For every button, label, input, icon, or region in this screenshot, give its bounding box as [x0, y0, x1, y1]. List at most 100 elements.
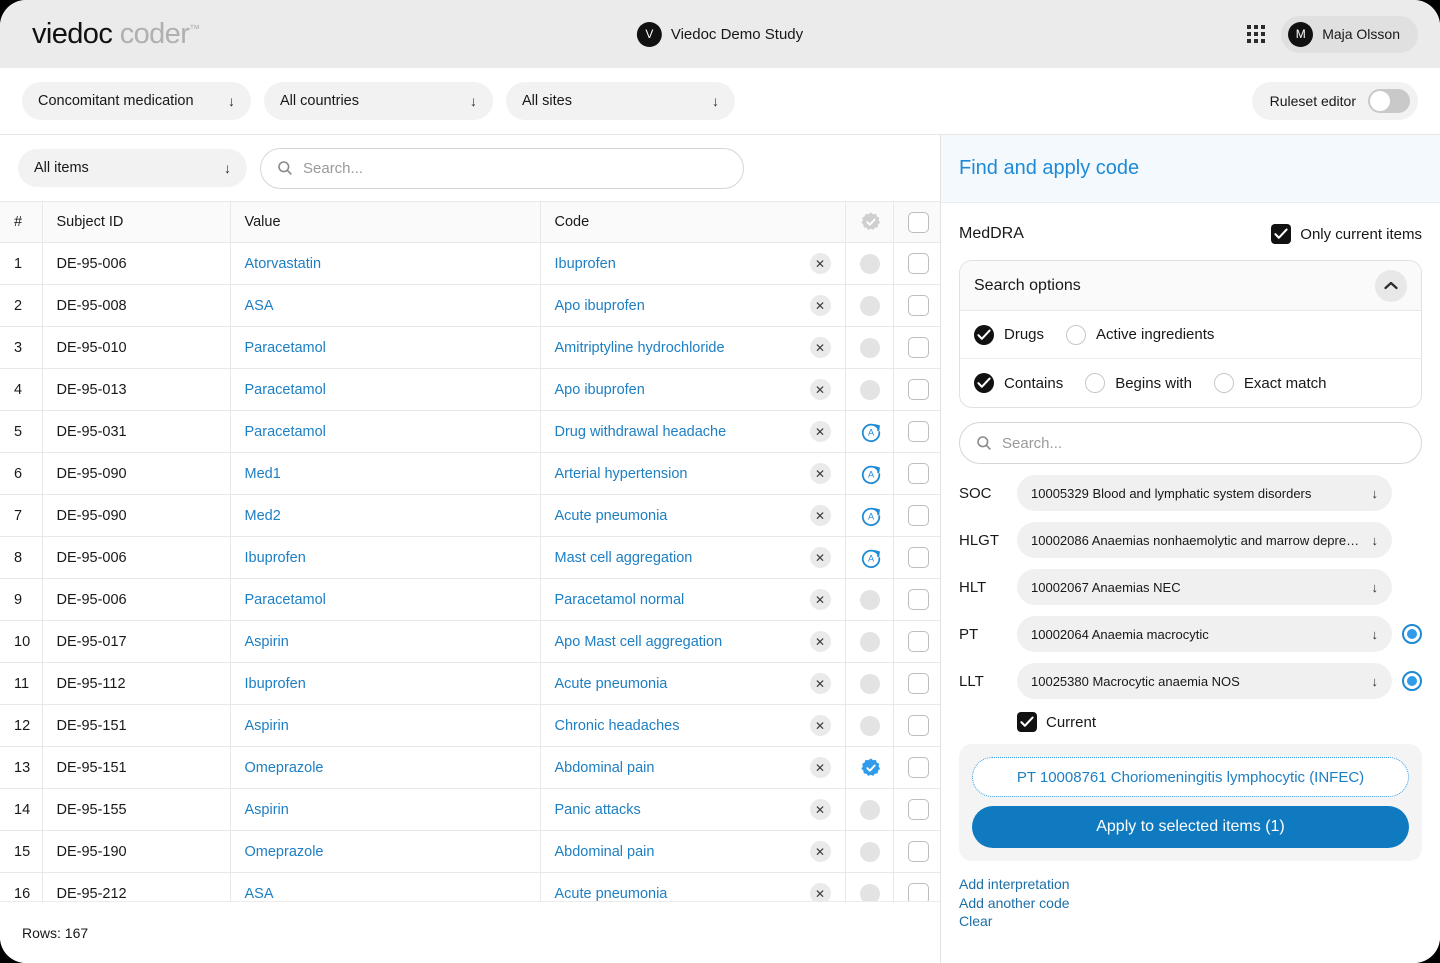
- search-options-header[interactable]: Search options: [960, 261, 1421, 311]
- cell-code-text[interactable]: Arterial hypertension: [555, 466, 810, 482]
- remove-code-icon[interactable]: ✕: [809, 799, 831, 820]
- study-selector[interactable]: V Viedoc Demo Study: [636, 21, 803, 47]
- cell-code-text[interactable]: Panic attacks: [555, 802, 810, 818]
- only-current-items-checkbox[interactable]: Only current items: [1271, 224, 1422, 244]
- table-row[interactable]: 10 DE-95-017 Aspirin Apo Mast cell aggregat…: [0, 620, 940, 663]
- cell-code[interactable]: Ibuprofen ✕: [540, 242, 846, 285]
- chevron-up-icon[interactable]: [1375, 269, 1407, 302]
- table-row[interactable]: 5 DE-95-031 Paracetamol Drug withdrawal hea…: [0, 410, 940, 453]
- selected-code-chip[interactable]: PT 10008761 Choriomeningitis lymphocytic…: [972, 757, 1409, 797]
- level-dropdown[interactable]: 10002067 Anaemias NEC ↓: [1017, 569, 1392, 605]
- row-checkbox[interactable]: [907, 547, 929, 568]
- level-radio-selected[interactable]: [1402, 624, 1422, 644]
- cell-code-text[interactable]: Acute pneumonia: [555, 676, 810, 692]
- cell-code[interactable]: Apo Mast cell aggregation ✕: [540, 620, 846, 663]
- checkbox-checked-icon[interactable]: [1017, 712, 1037, 732]
- remove-code-icon[interactable]: ✕: [809, 841, 831, 862]
- cell-code[interactable]: Acute pneumonia ✕: [540, 494, 846, 537]
- remove-code-icon[interactable]: ✕: [809, 883, 831, 901]
- row-checkbox[interactable]: [907, 253, 929, 274]
- level-dropdown[interactable]: 10002086 Anaemias nonhaemolytic and marr…: [1017, 522, 1392, 558]
- dictionary-filter-dropdown[interactable]: Concomitant medication ↓: [22, 82, 251, 120]
- remove-code-icon[interactable]: ✕: [809, 253, 831, 274]
- table-row[interactable]: 7 DE-95-090 Med2 Acute pneumonia ✕ A: [0, 494, 940, 537]
- cell-code-text[interactable]: Ibuprofen: [555, 256, 810, 272]
- status-empty-dot[interactable]: [859, 253, 880, 274]
- table-row[interactable]: 6 DE-95-090 Med1 Arterial hypertension ✕ A: [0, 452, 940, 495]
- row-checkbox[interactable]: [907, 715, 929, 736]
- cell-select[interactable]: [893, 620, 940, 663]
- column-header-status[interactable]: [845, 201, 894, 243]
- toggle-switch[interactable]: [1368, 89, 1410, 113]
- cell-code-text[interactable]: Abdominal pain: [555, 760, 810, 776]
- column-header-code[interactable]: Code: [540, 201, 846, 243]
- table-row[interactable]: 2 DE-95-008 ASA Apo ibuprofen ✕: [0, 284, 940, 327]
- status-empty-dot[interactable]: [859, 631, 880, 652]
- status-empty-dot[interactable]: [859, 841, 880, 862]
- cell-value[interactable]: Aspirin: [230, 788, 541, 831]
- cell-status[interactable]: [845, 872, 894, 901]
- cell-status[interactable]: [845, 746, 894, 789]
- cell-value[interactable]: Aspirin: [230, 704, 541, 747]
- add-another-code-link[interactable]: Add another code: [959, 894, 1422, 913]
- cell-select[interactable]: [893, 872, 940, 901]
- table-row[interactable]: 13 DE-95-151 Omeprazole Abdominal pain ✕: [0, 746, 940, 789]
- select-all-checkbox[interactable]: [907, 211, 929, 233]
- row-checkbox[interactable]: [907, 631, 929, 652]
- cell-select[interactable]: [893, 746, 940, 789]
- level-dropdown[interactable]: 10005329 Blood and lymphatic system diso…: [1017, 475, 1392, 511]
- cell-status[interactable]: [845, 788, 894, 831]
- cell-value[interactable]: Ibuprofen: [230, 536, 541, 579]
- cell-code-text[interactable]: Chronic headaches: [555, 718, 810, 734]
- remove-code-icon[interactable]: ✕: [809, 295, 831, 316]
- cell-code[interactable]: Apo ibuprofen ✕: [540, 284, 846, 327]
- table-row[interactable]: 14 DE-95-155 Aspirin Panic attacks ✕: [0, 788, 940, 831]
- cell-status[interactable]: [845, 704, 894, 747]
- table-row[interactable]: 11 DE-95-112 Ibuprofen Acute pneumonia ✕: [0, 662, 940, 705]
- row-checkbox[interactable]: [907, 589, 929, 610]
- table-row[interactable]: 12 DE-95-151 Aspirin Chronic headaches ✕: [0, 704, 940, 747]
- cell-code[interactable]: Arterial hypertension ✕: [540, 452, 846, 495]
- cell-code[interactable]: Chronic headaches ✕: [540, 704, 846, 747]
- remove-code-icon[interactable]: ✕: [809, 715, 831, 736]
- cell-value[interactable]: Paracetamol: [230, 410, 541, 453]
- table-row[interactable]: 4 DE-95-013 Paracetamol Apo ibuprofen ✕: [0, 368, 940, 411]
- cell-code[interactable]: Mast cell aggregation ✕: [540, 536, 846, 579]
- column-header-subject-id[interactable]: Subject ID: [42, 201, 231, 243]
- cell-code-text[interactable]: Apo Mast cell aggregation: [555, 634, 810, 650]
- cell-code-text[interactable]: Mast cell aggregation: [555, 550, 810, 566]
- table-row[interactable]: 1 DE-95-006 Atorvastatin Ibuprofen ✕: [0, 242, 940, 285]
- cell-code-text[interactable]: Drug withdrawal headache: [555, 424, 810, 440]
- cell-value[interactable]: Paracetamol: [230, 578, 541, 621]
- cell-select[interactable]: [893, 452, 940, 495]
- cell-select[interactable]: [893, 410, 940, 453]
- row-checkbox[interactable]: [907, 673, 929, 694]
- cell-code-text[interactable]: Paracetamol normal: [555, 592, 810, 608]
- clear-link[interactable]: Clear: [959, 912, 1422, 931]
- table-row[interactable]: 15 DE-95-190 Omeprazole Abdominal pain ✕: [0, 830, 940, 873]
- cell-status[interactable]: A: [845, 410, 894, 453]
- cell-status[interactable]: [845, 662, 894, 705]
- cell-select[interactable]: [893, 704, 940, 747]
- cell-select[interactable]: [893, 368, 940, 411]
- status-empty-dot[interactable]: [859, 799, 880, 820]
- cell-status[interactable]: A: [845, 452, 894, 495]
- viedoc-coder-logo[interactable]: viedoc coder™: [32, 18, 200, 51]
- cell-code-text[interactable]: Acute pneumonia: [555, 886, 810, 902]
- items-scope-dropdown[interactable]: All items ↓: [18, 149, 247, 187]
- level-dropdown[interactable]: 10002064 Anaemia macrocytic ↓: [1017, 616, 1392, 652]
- column-header-value[interactable]: Value: [230, 201, 541, 243]
- cell-status[interactable]: [845, 578, 894, 621]
- cell-status[interactable]: [845, 830, 894, 873]
- row-checkbox[interactable]: [907, 799, 929, 820]
- radio-unselected-icon[interactable]: [1066, 324, 1087, 345]
- table-row[interactable]: 8 DE-95-006 Ibuprofen Mast cell aggregation…: [0, 536, 940, 579]
- remove-code-icon[interactable]: ✕: [809, 463, 831, 484]
- row-checkbox[interactable]: [907, 421, 929, 442]
- search-option-label[interactable]: Drugs: [1004, 326, 1044, 343]
- cell-value[interactable]: Omeprazole: [230, 830, 541, 873]
- cell-select[interactable]: [893, 662, 940, 705]
- cell-status[interactable]: [845, 620, 894, 663]
- row-checkbox[interactable]: [907, 379, 929, 400]
- status-empty-dot[interactable]: [859, 715, 880, 736]
